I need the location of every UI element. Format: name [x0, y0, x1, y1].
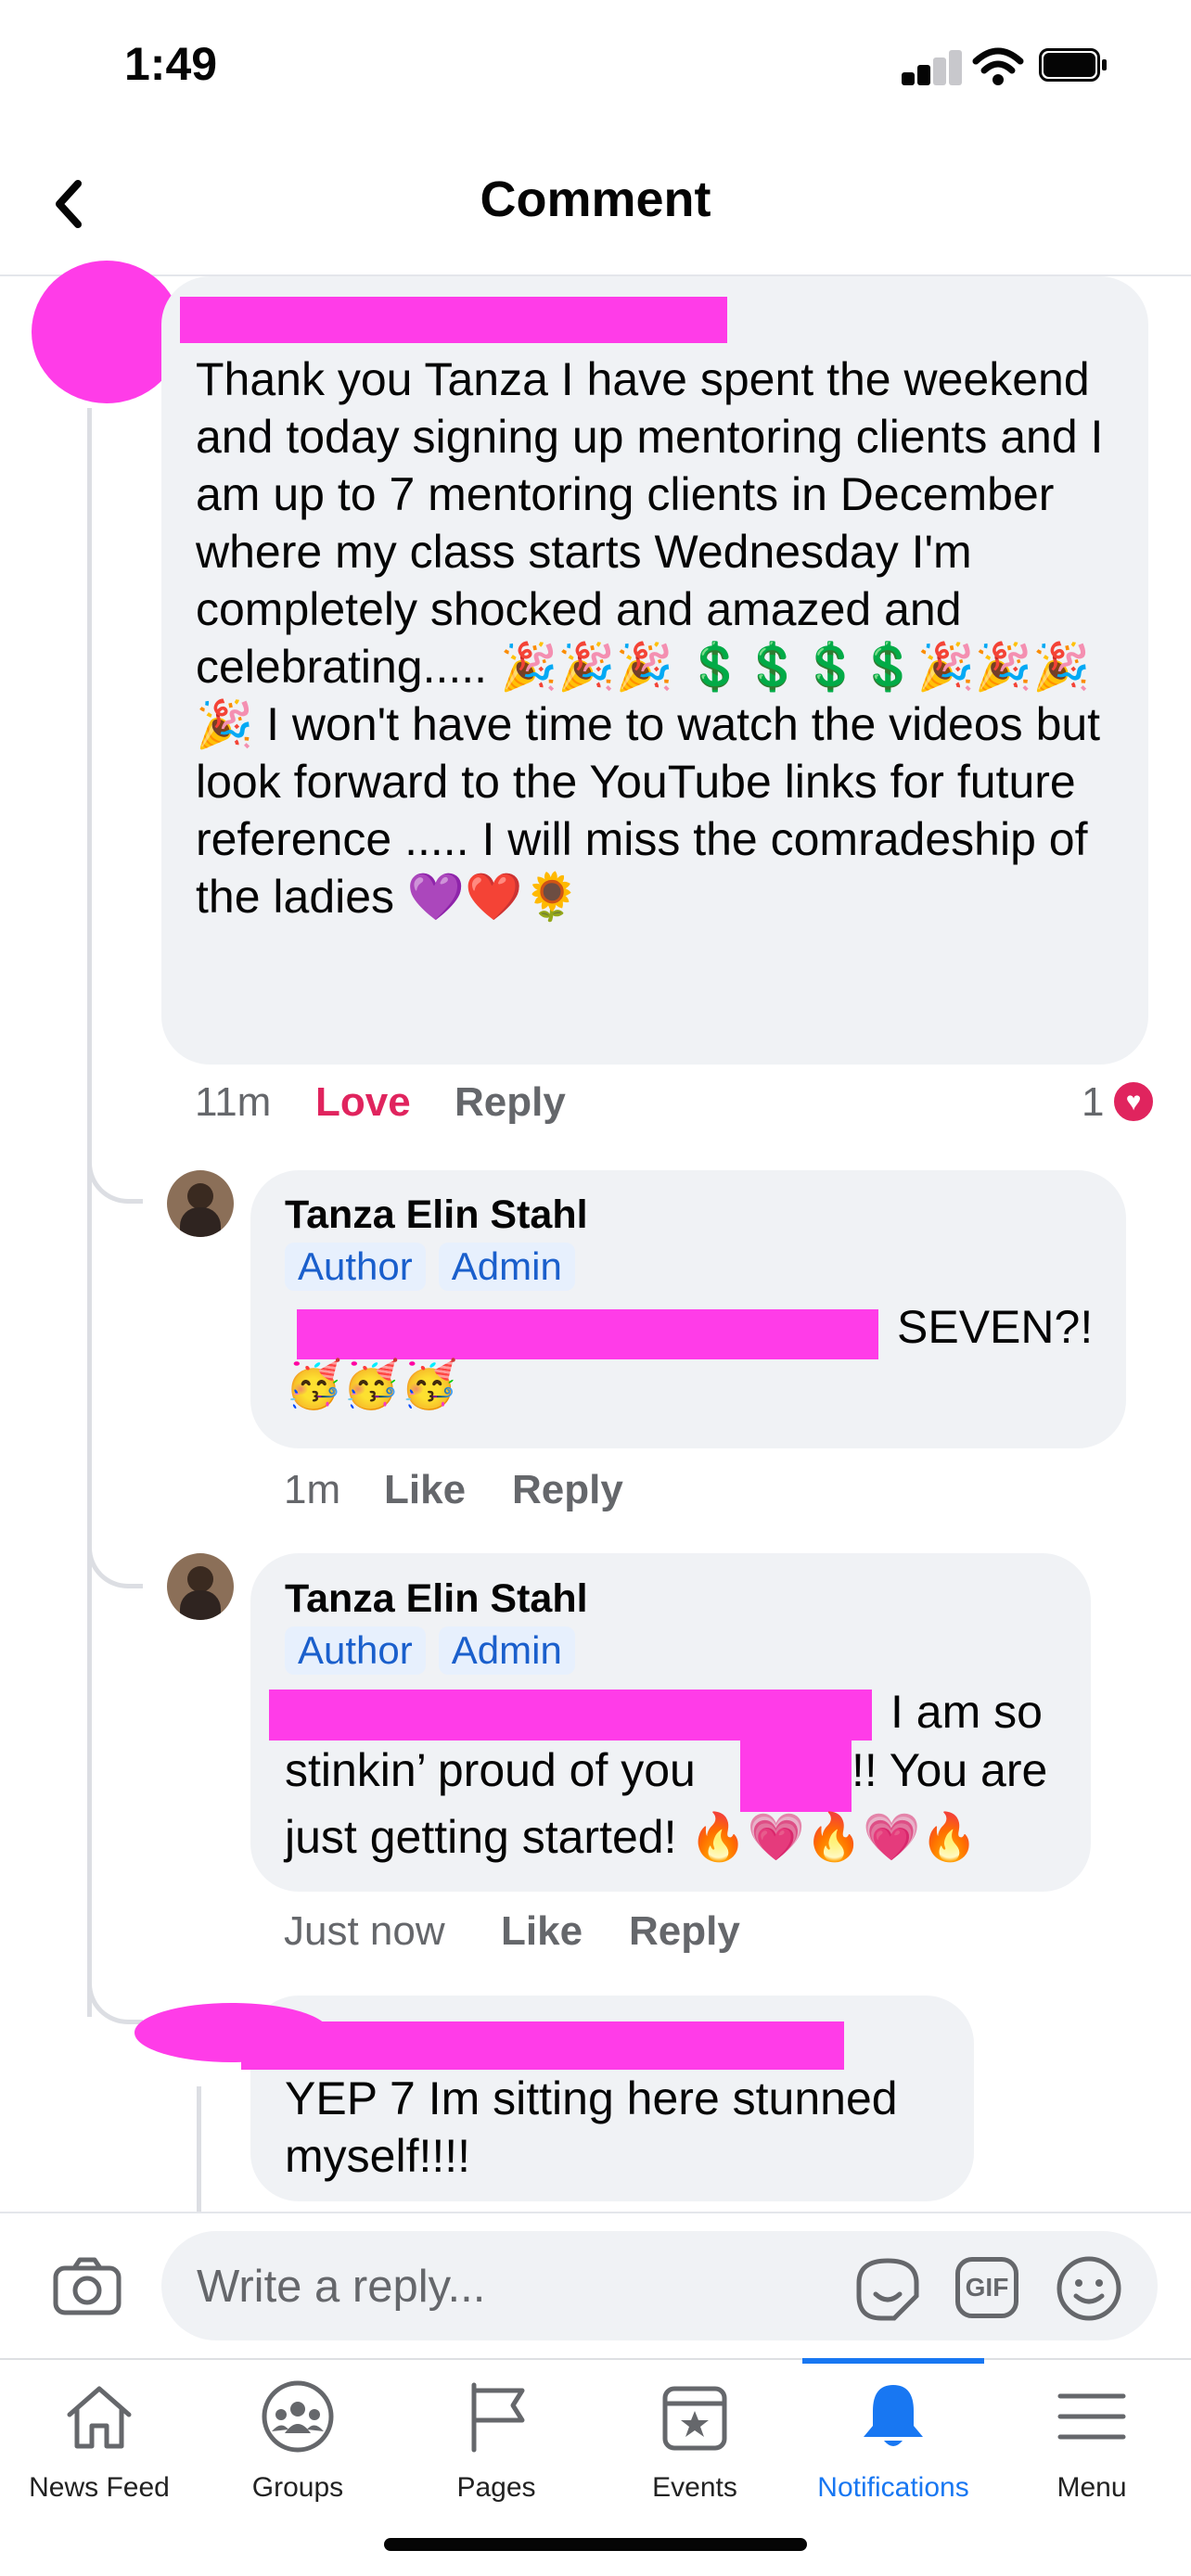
sticker-icon[interactable] [853, 2255, 922, 2324]
gif-icon[interactable]: GIF [955, 2257, 1018, 2318]
redacted-name [740, 1738, 852, 1812]
author-badge: Author [285, 1243, 426, 1291]
comment-text-line: just getting started! 🔥💗🔥💗🔥 [285, 1811, 979, 1863]
thread-branch [87, 1980, 143, 2024]
cellular-signal-icon [902, 50, 962, 85]
active-tab-indicator [802, 2358, 984, 2364]
comment-timestamp: 1m [284, 1467, 341, 1512]
tab-label: Notifications [817, 2472, 969, 2503]
calendar-star-icon [662, 2386, 727, 2451]
tab-notifications[interactable]: Notifications [794, 2374, 992, 2522]
home-indicator [384, 2538, 807, 2551]
tab-label: Events [652, 2472, 737, 2503]
thread-line [87, 408, 92, 2017]
avatar[interactable] [167, 1170, 234, 1237]
avatar[interactable] [167, 1553, 234, 1620]
author-badges: Author Admin [285, 1626, 588, 1675]
redacted-author-name [241, 2021, 844, 2070]
love-reaction-icon: ♥ [1111, 1079, 1156, 1124]
comment-timestamp: Just now [284, 1908, 445, 1954]
tab-label: Groups [251, 2472, 344, 2503]
reply-button[interactable]: Reply [512, 1467, 623, 1513]
reply-bar-divider [0, 2212, 1191, 2213]
status-time: 1:49 [124, 38, 218, 90]
wifi-icon [972, 47, 1024, 85]
reply-button[interactable]: Reply [455, 1079, 566, 1126]
tab-label: News Feed [29, 2472, 170, 2503]
page-title: Comment [480, 172, 711, 227]
thread-branch [87, 1544, 143, 1588]
tab-groups[interactable]: Groups [198, 2374, 397, 2522]
redacted-author-name [180, 297, 727, 343]
comment-text-line: !! You are [852, 1744, 1048, 1796]
tab-events[interactable]: Events [596, 2374, 794, 2522]
comment-text-line: I am so [890, 1686, 1043, 1738]
thread-line [197, 2086, 201, 2212]
battery-icon [1039, 48, 1109, 85]
like-button[interactable]: Like [384, 1467, 466, 1513]
menu-icon [1057, 2393, 1126, 2440]
groups-icon [262, 2380, 334, 2453]
comment-author[interactable]: Tanza Elin Stahl [285, 1192, 588, 1238]
redacted-mention [269, 1690, 872, 1741]
thread-branch [87, 1159, 143, 1204]
tab-label: Pages [456, 2472, 536, 2503]
love-reaction-button[interactable]: Love [315, 1079, 411, 1126]
comment-text-line: stinkin’ proud of you [285, 1744, 696, 1796]
tab-menu[interactable]: Menu [992, 2374, 1191, 2522]
reply-input-placeholder: Write a reply... [197, 2262, 486, 2312]
flag-icon [471, 2382, 525, 2453]
emoji-icon[interactable] [1056, 2255, 1122, 2322]
tab-news-feed[interactable]: News Feed [0, 2374, 198, 2522]
comment-author[interactable]: Tanza Elin Stahl [285, 1576, 588, 1622]
reply-button[interactable]: Reply [629, 1908, 740, 1955]
admin-badge: Admin [438, 1243, 575, 1291]
comment-timestamp: 11m [195, 1079, 272, 1125]
reaction-count[interactable]: 1 [1082, 1079, 1104, 1126]
tab-bar-divider [0, 2358, 1191, 2360]
tab-label: Menu [1057, 2472, 1127, 2503]
comment-text: YEP 7 Im sitting here stunned myself!!!! [285, 2072, 898, 2182]
tab-pages[interactable]: Pages [397, 2374, 596, 2522]
admin-badge: Admin [438, 1626, 575, 1675]
camera-icon[interactable] [52, 2255, 122, 2316]
bell-icon [864, 2385, 923, 2446]
home-icon [67, 2386, 132, 2449]
like-button[interactable]: Like [501, 1908, 583, 1955]
comment-text: Thank you Tanza I have spent the weekend… [196, 353, 1104, 923]
avatar[interactable] [32, 261, 182, 403]
author-badges: Author Admin [285, 1243, 588, 1291]
author-badge: Author [285, 1626, 426, 1675]
comment-text: SEVEN?! 🥳🥳🥳 [285, 1301, 1094, 1410]
